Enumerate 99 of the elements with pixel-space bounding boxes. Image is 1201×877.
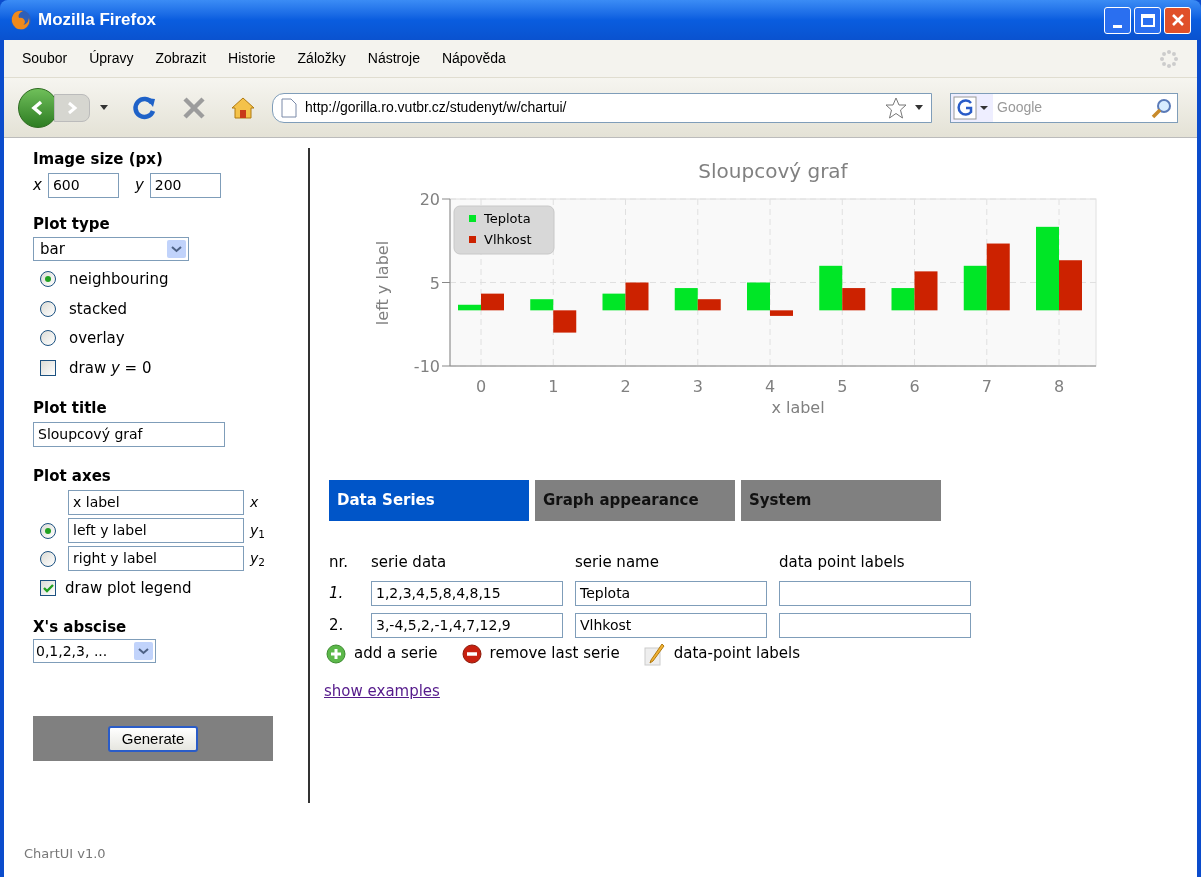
section-heading: Plot axes (33, 465, 112, 487)
tab[interactable]: Data Series (329, 480, 529, 521)
minimize-button[interactable] (1104, 6, 1131, 34)
input-field[interactable]: Teplota (575, 580, 767, 606)
input-field[interactable] (779, 580, 971, 606)
search-icon[interactable] (1151, 96, 1173, 119)
x-tick-label: 8 (1053, 377, 1065, 396)
radio-button[interactable] (40, 300, 56, 317)
row-number: 1. (329, 582, 345, 604)
input-field[interactable]: 1,2,3,4,5,8,4,8,15 (371, 580, 563, 606)
select-field[interactable]: bar (33, 237, 189, 261)
y-tick-label: 20 (419, 190, 440, 209)
radio-button[interactable] (40, 550, 56, 567)
x-axis-label: x label (771, 398, 825, 417)
page-icon (281, 97, 297, 118)
field-label: y (134, 174, 144, 196)
x-tick-label: 6 (909, 377, 920, 396)
x-tick-label: 1 (548, 377, 559, 396)
address-bar[interactable]: http://gorilla.ro.vutbr.cz/studenyt/w/chartui/ (272, 92, 932, 123)
x-tick-label: 7 (981, 377, 992, 396)
radio-label: stacked (69, 298, 128, 320)
close-icon (1170, 13, 1185, 27)
column-header: nr. (329, 552, 350, 573)
column-header: data point labels (779, 552, 906, 573)
dropdown-icon[interactable] (915, 105, 923, 110)
input-field[interactable]: 600 (47, 172, 119, 198)
x-tick-label: 2 (620, 377, 631, 396)
maximize-button[interactable] (1134, 6, 1161, 34)
column-header: serie data (371, 552, 448, 573)
input-field[interactable]: x label (68, 490, 244, 515)
x-tick-label: 5 (837, 377, 848, 396)
url-text: http://gorilla.ro.vutbr.cz/studenyt/w/chartui/ (305, 98, 567, 117)
axis-symbol: x (250, 493, 259, 512)
action-link[interactable]: data-point labels (673, 642, 801, 665)
input-field[interactable]: Sloupcový graf (33, 421, 225, 447)
input-field[interactable] (779, 612, 971, 638)
search-engine-icon[interactable] (951, 93, 993, 122)
examples-link[interactable]: show examples (324, 679, 440, 702)
radio-label: overlay (69, 328, 125, 349)
section-heading: Plot type (33, 213, 111, 235)
reload-icon[interactable] (132, 94, 158, 121)
close-button[interactable] (1164, 6, 1191, 34)
checkbox-label: draw y = 0 (69, 357, 152, 379)
chart-title: Sloupcový graf (698, 159, 848, 183)
y-axis-label: left y label (373, 240, 392, 326)
tab[interactable]: System (741, 480, 941, 521)
input-field[interactable]: 3,-4,5,2,-1,4,7,12,9 (371, 612, 563, 638)
menu-item[interactable]: Soubor (22, 48, 68, 69)
axis-symbol: y$_{1}$ (250, 521, 265, 541)
radio-button[interactable] (40, 330, 56, 347)
dropdown-icon[interactable] (100, 105, 108, 110)
input-field[interactable]: 200 (149, 172, 221, 198)
generate-button[interactable]: Generate (107, 725, 199, 752)
action-link[interactable]: remove last serie (489, 642, 620, 665)
menu-item[interactable]: Historie (228, 48, 276, 69)
checkbox[interactable] (40, 580, 56, 597)
chevron-icon (167, 240, 186, 258)
legend-label: Vlhkost (484, 232, 532, 247)
section-heading: Image size (px) (33, 149, 164, 170)
x-tick-label: 3 (692, 377, 703, 396)
field-label: x (33, 174, 42, 196)
pencil-icon (643, 641, 666, 666)
menu-item[interactable]: Nástroje (367, 48, 420, 69)
chevron-icon (134, 642, 153, 660)
spinner-icon (1159, 48, 1179, 69)
tab[interactable]: Graph appearance (535, 480, 735, 521)
home-icon[interactable] (230, 95, 256, 120)
plus-icon (326, 643, 346, 664)
x-tick-label: 4 (764, 377, 776, 396)
radio-button[interactable] (40, 271, 56, 288)
row-number: 2. (329, 614, 345, 636)
window-title: Mozilla Firefox (38, 9, 157, 32)
menu-item[interactable]: Nápověda (441, 48, 506, 69)
chevron-right-icon (66, 100, 78, 115)
legend-label: Teplota (484, 211, 531, 226)
axis-symbol: y$_{2}$ (250, 549, 265, 569)
y-tick-label: 5 (429, 273, 440, 293)
checkbox[interactable] (40, 359, 56, 376)
x-tick-label: 0 (475, 377, 487, 396)
y-tick-label: -10 (413, 357, 440, 376)
column-header: serie name (575, 552, 660, 573)
minus-icon (461, 643, 482, 664)
star-icon[interactable] (885, 96, 907, 119)
menu-item[interactable]: Zobrazit (155, 48, 207, 69)
select-field[interactable]: 0,1,2,3, ... (33, 639, 156, 663)
action-link[interactable]: add a serie (354, 642, 438, 665)
version-label: ChartUI v1.0 (24, 844, 107, 863)
globe-icon (10, 9, 32, 31)
menu-item[interactable]: Úpravy (89, 48, 134, 69)
input-field[interactable]: Vlhkost (575, 612, 767, 638)
checkbox-label: draw plot legend (65, 578, 192, 599)
input-field[interactable]: right y label (68, 546, 244, 571)
radio-label: neighbouring (69, 269, 169, 290)
input-field[interactable]: left y label (68, 518, 244, 543)
search-placeholder: Google (997, 98, 1043, 117)
radio-button[interactable] (40, 522, 56, 539)
section-heading: Plot title (33, 398, 108, 419)
section-heading: X's abscise (33, 616, 128, 638)
menu-item[interactable]: Záložky (297, 48, 346, 69)
